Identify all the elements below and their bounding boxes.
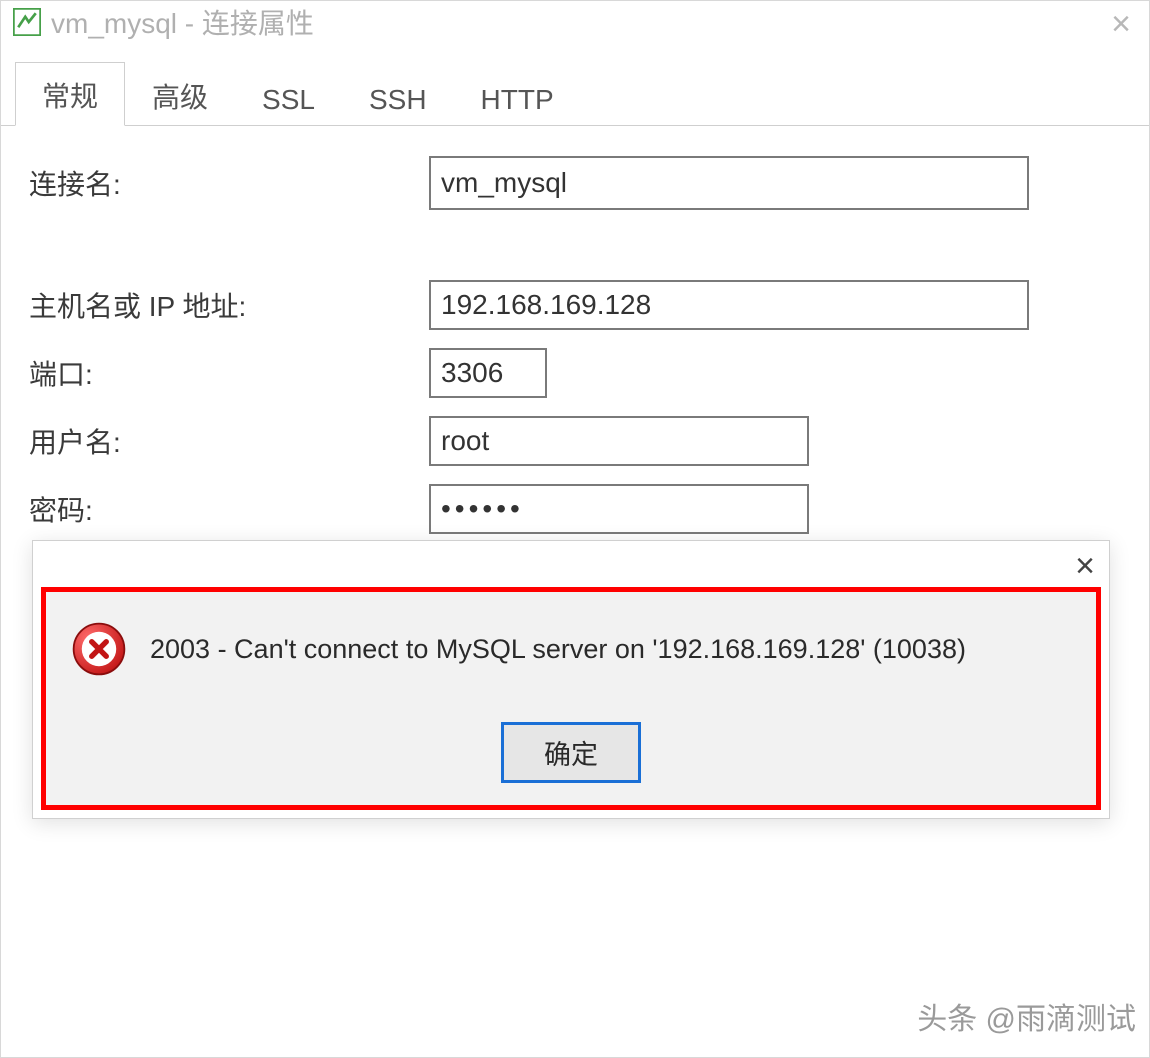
host-label: 主机名或 IP 地址: [29, 285, 429, 325]
tab-ssh[interactable]: SSH [342, 71, 454, 126]
tab-general[interactable]: 常规 [15, 62, 125, 126]
error-dialog-close-button[interactable]: × [1075, 547, 1095, 586]
password-label: 密码: [29, 489, 429, 529]
error-ok-button[interactable]: 确定 [501, 722, 641, 783]
form-panel: 连接名: 主机名或 IP 地址: 端口: 用户名: 密码: 保存密码 [1, 126, 1149, 574]
host-input[interactable] [429, 280, 1029, 330]
tab-advanced[interactable]: 高级 [125, 63, 235, 126]
connection-name-input[interactable] [429, 156, 1029, 210]
port-label: 端口: [29, 353, 429, 393]
window-close-button[interactable]: × [1111, 5, 1131, 44]
titlebar: vm_mysql - 连接属性 × [1, 1, 1149, 43]
port-input[interactable] [429, 348, 547, 398]
error-dialog: × 2003 - Can't connect to MySQL server o [32, 540, 1110, 819]
user-label: 用户名: [29, 421, 429, 461]
error-dialog-titlebar: × [33, 541, 1109, 587]
app-icon [13, 8, 41, 36]
error-icon [70, 620, 128, 678]
tab-ssl[interactable]: SSL [235, 71, 342, 126]
error-dialog-body: 2003 - Can't connect to MySQL server on … [41, 587, 1101, 810]
connection-name-label: 连接名: [29, 163, 429, 203]
password-input[interactable] [429, 484, 809, 534]
watermark: 头条 @雨滴测试 [917, 994, 1136, 1038]
tab-http[interactable]: HTTP [454, 71, 581, 126]
error-message: 2003 - Can't connect to MySQL server on … [150, 634, 966, 665]
window-title: vm_mysql - 连接属性 [51, 2, 314, 42]
connection-properties-window: vm_mysql - 连接属性 × 常规 高级 SSL SSH HTTP 连接名… [0, 0, 1150, 1058]
tabs: 常规 高级 SSL SSH HTTP [1, 61, 1149, 126]
username-input[interactable] [429, 416, 809, 466]
